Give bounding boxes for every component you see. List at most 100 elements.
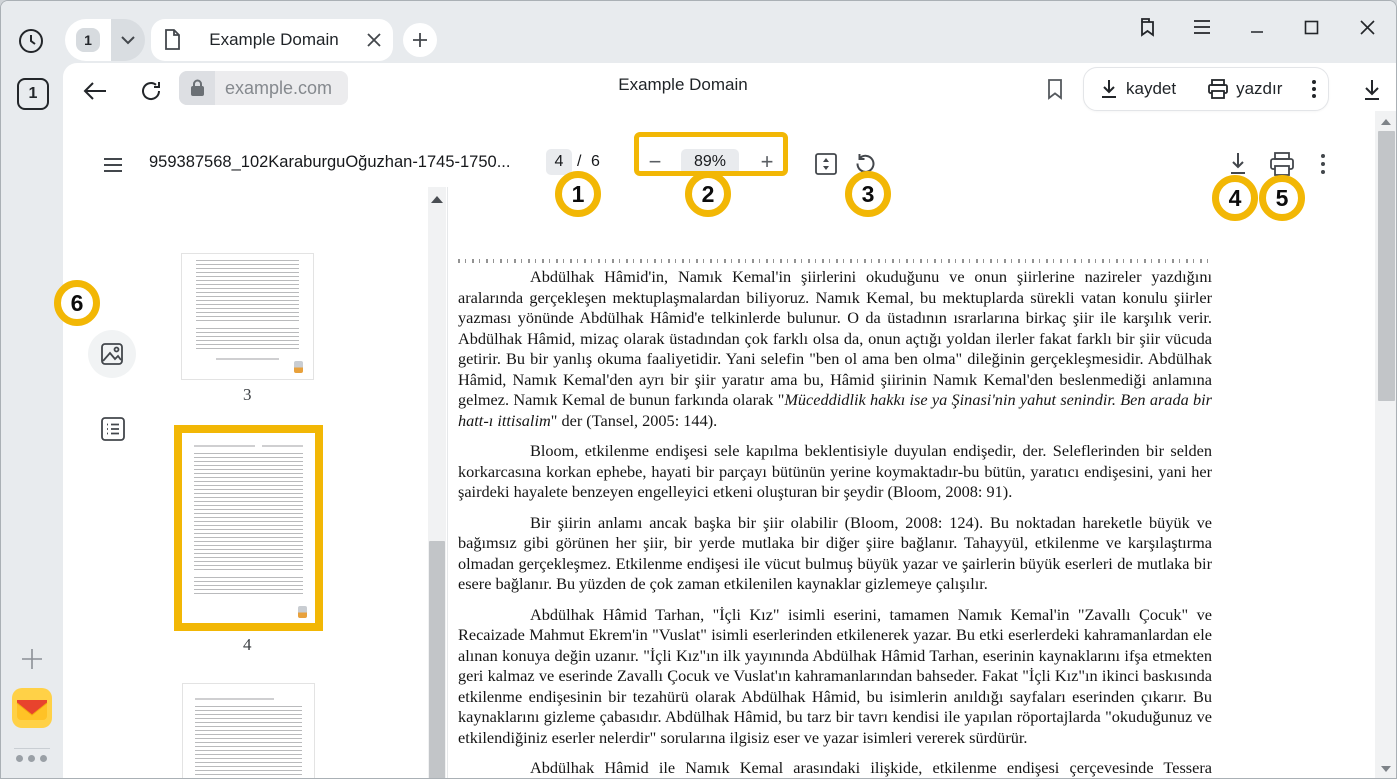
- paragraph-3: Bir şiirin anlamı ancak başka bir şiir o…: [458, 513, 1212, 595]
- pdf-print-button[interactable]: [1269, 151, 1295, 177]
- thumbnail-scrollbar-thumb[interactable]: [429, 541, 445, 779]
- pdf-page-separator: /: [577, 153, 581, 171]
- pdf-filename: 959387568_102KaraburguOğuzhan-1745-1750.…: [149, 153, 510, 172]
- url-text: example.com: [215, 78, 348, 99]
- close-icon: [1360, 20, 1375, 35]
- paragraph-5: Abdülhak Hâmid ile Namık Kemal arasındak…: [458, 758, 1212, 779]
- paragraph-2: Bloom, etkilenme endişesi sele kapılma b…: [458, 441, 1212, 503]
- download-icon: [1100, 79, 1118, 99]
- thumbnail-page-4-highlight[interactable]: [174, 425, 323, 631]
- highlight-zoom-controls: [634, 132, 788, 176]
- tab-group[interactable]: 1: [65, 19, 145, 61]
- tab-title: Example Domain: [181, 30, 367, 50]
- plus-icon: [20, 647, 44, 671]
- maximize-icon: [1304, 20, 1319, 35]
- thumbnail-page-3[interactable]: [181, 253, 314, 380]
- print-button-label: yazdır: [1236, 79, 1282, 99]
- pdf-more-button[interactable]: [1317, 153, 1329, 175]
- callout-4-download-button: 4: [1212, 175, 1258, 221]
- thumbnail-page-4[interactable]: [182, 433, 315, 623]
- page-scrollbar[interactable]: [1375, 111, 1397, 779]
- collections-button[interactable]: [1132, 13, 1162, 41]
- bookmark-button[interactable]: [1041, 75, 1069, 103]
- maximize-button[interactable]: [1296, 13, 1326, 41]
- callout-3-rotate-button: 3: [845, 171, 891, 217]
- pane-divider: [447, 187, 448, 779]
- chevron-down-icon: [121, 36, 135, 45]
- tab-group-count[interactable]: 1: [65, 19, 111, 61]
- tab-bar: 1 Example Domain: [1, 1, 1397, 63]
- journal-logo: [298, 606, 307, 618]
- save-button[interactable]: kaydet: [1084, 79, 1192, 99]
- pdf-total-pages: 6: [591, 153, 600, 171]
- kebab-menu-icon: [1312, 80, 1316, 98]
- download-icon: [1362, 79, 1382, 101]
- close-window-button[interactable]: [1352, 13, 1382, 41]
- document-favicon-icon: [163, 29, 181, 51]
- tab-example-domain[interactable]: Example Domain: [151, 19, 393, 61]
- callout-2-zoom-controls: 2: [685, 171, 731, 217]
- printer-icon: [1270, 152, 1294, 176]
- new-tab-button[interactable]: [403, 23, 437, 57]
- fit-to-page-button[interactable]: [814, 152, 838, 176]
- pdf-body: 3 4: [63, 187, 1397, 779]
- rail-add-button[interactable]: [20, 647, 44, 671]
- outline-view-button[interactable]: [100, 416, 126, 442]
- reload-icon: [140, 80, 162, 102]
- history-clock-icon[interactable]: [17, 27, 45, 55]
- bookmark-icon: [1046, 78, 1064, 100]
- scroll-down-arrow-icon[interactable]: [1381, 766, 1391, 772]
- rail-tab-counter[interactable]: 1: [17, 78, 49, 110]
- pdf-sidebar-toggle[interactable]: [101, 155, 125, 175]
- print-button[interactable]: yazdır: [1192, 79, 1298, 99]
- yandex-mail-app-icon[interactable]: [12, 688, 52, 728]
- url-bar[interactable]: example.com: [179, 71, 348, 105]
- page-title: Example Domain: [533, 75, 833, 95]
- browser-menu-button[interactable]: [1187, 13, 1217, 41]
- tab-group-badge: 1: [76, 28, 100, 52]
- hamburger-icon: [1193, 20, 1211, 34]
- omnibox-row: example.com Example Domain kaydet yazdır: [63, 63, 1397, 119]
- clipped-text-line: [458, 259, 1212, 263]
- left-rail: 1: [1, 63, 63, 779]
- back-arrow-icon: [83, 82, 107, 100]
- download-icon: [1228, 152, 1248, 176]
- page-scrollbar-thumb[interactable]: [1378, 131, 1395, 401]
- thumbnail-scrollbar[interactable]: [428, 187, 446, 779]
- fit-page-icon: [814, 152, 838, 176]
- pdf-current-page[interactable]: 4: [546, 149, 572, 175]
- minimize-icon: [1250, 20, 1264, 34]
- scroll-up-arrow-icon[interactable]: [1381, 119, 1391, 125]
- rail-divider: [14, 748, 50, 749]
- save-button-label: kaydet: [1126, 79, 1176, 99]
- thumbnail-page-3-label: 3: [243, 385, 252, 405]
- image-icon: [100, 342, 124, 366]
- paragraph-1: Abdülhak Hâmid'in, Namık Kemal'in şiirle…: [458, 267, 1212, 431]
- downloads-button[interactable]: [1357, 75, 1387, 105]
- rail-more-button[interactable]: [16, 755, 48, 762]
- plus-icon: [412, 32, 428, 48]
- tab-close-icon[interactable]: [367, 33, 381, 47]
- minimize-button[interactable]: [1242, 13, 1272, 41]
- browser-window: 1 Example Domain: [0, 0, 1397, 779]
- pdf-document-text: Abdülhak Hâmid'in, Namık Kemal'in şiirle…: [458, 267, 1212, 779]
- pdf-download-button[interactable]: [1226, 151, 1250, 177]
- hamburger-icon: [103, 157, 123, 173]
- thumbnails-view-button[interactable]: [88, 330, 136, 378]
- back-button[interactable]: [79, 75, 111, 107]
- callout-5-print-button: 5: [1259, 175, 1305, 221]
- reload-button[interactable]: [135, 75, 167, 107]
- callout-6-outline-button: 6: [54, 280, 100, 326]
- callout-1-page-indicator: 1: [555, 171, 601, 217]
- actions-more-button[interactable]: [1298, 80, 1330, 98]
- secure-lock-icon[interactable]: [179, 71, 215, 105]
- journal-logo: [294, 361, 303, 373]
- thumbnail-page-4-label: 4: [243, 635, 252, 655]
- thumbnail-page-5[interactable]: [182, 683, 315, 779]
- printer-icon: [1208, 79, 1228, 99]
- page-actions: kaydet yazdır: [1083, 67, 1329, 111]
- scroll-up-arrow-icon[interactable]: [431, 196, 443, 203]
- tab-group-expander[interactable]: [111, 19, 145, 61]
- outline-list-icon: [100, 416, 126, 442]
- paragraph-4: Abdülhak Hâmid Tarhan, "İçli Kız" isimli…: [458, 605, 1212, 749]
